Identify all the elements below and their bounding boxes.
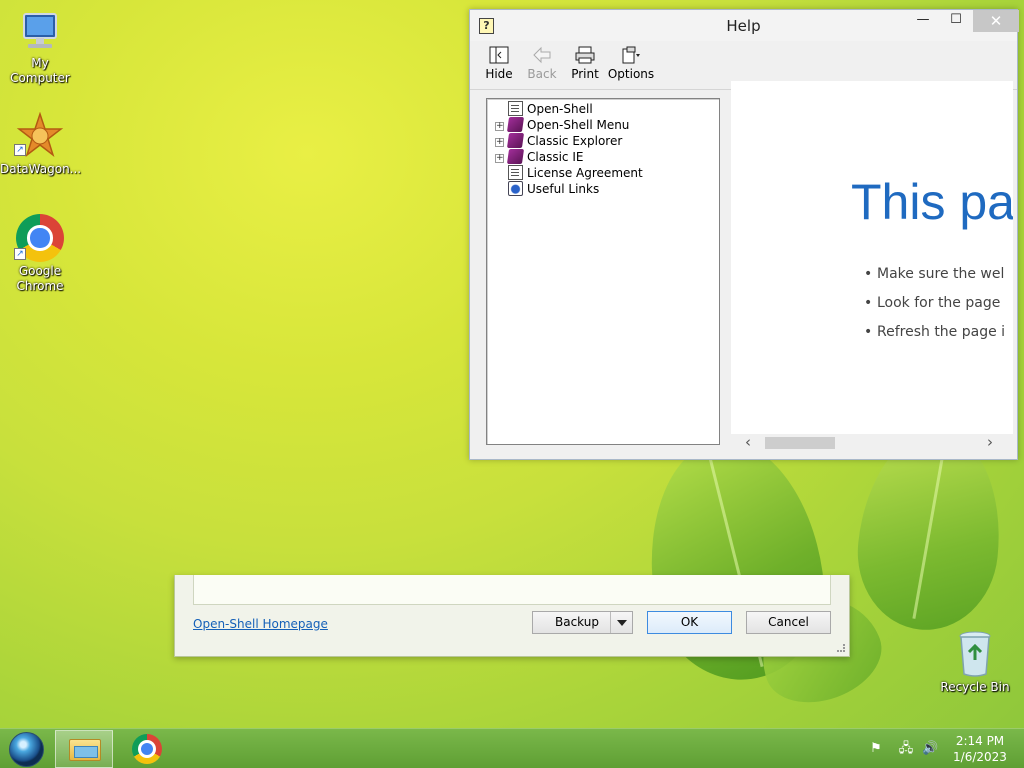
- desktop-icon-recycle-bin[interactable]: Recycle Bin: [935, 630, 1015, 695]
- maximize-button[interactable]: ☐: [941, 12, 971, 34]
- tree-item-open-shell[interactable]: Open-Shell: [495, 101, 593, 117]
- book-icon: [506, 133, 525, 148]
- shortcut-arrow-icon: ↗: [14, 144, 26, 156]
- options-icon: [622, 46, 640, 64]
- clock-time: 2:14 PM: [955, 734, 1005, 748]
- ok-button[interactable]: OK: [647, 611, 732, 634]
- computer-icon: [23, 13, 57, 48]
- desktop-icon-my-computer[interactable]: My Computer: [0, 10, 80, 86]
- action-center-flag-icon[interactable]: ⚑: [868, 741, 884, 757]
- settings-dialog: Open-Shell Homepage Backup OK Cancel: [174, 575, 850, 657]
- desktop-icon-datawagon[interactable]: ↗ DataWagon...: [0, 112, 82, 177]
- expand-plus-icon[interactable]: +: [495, 154, 504, 163]
- taskbar-clock[interactable]: 2:14 PM 1/6/2023: [944, 733, 1016, 765]
- scroll-left-icon[interactable]: ‹: [739, 434, 757, 452]
- print-button[interactable]: Print: [564, 43, 606, 81]
- taskbar-chrome[interactable]: [118, 730, 176, 768]
- folder-icon: [69, 739, 101, 761]
- taskbar-file-explorer[interactable]: [55, 730, 113, 768]
- back-label: Back: [527, 67, 557, 81]
- book-icon: [506, 117, 525, 132]
- content-heading: This pag: [851, 174, 1013, 230]
- printer-icon: [575, 46, 595, 64]
- hide-pane-icon: [489, 46, 509, 64]
- expand-plus-icon[interactable]: +: [495, 122, 504, 131]
- chevron-down-icon[interactable]: [610, 612, 632, 633]
- shortcut-arrow-icon: ↗: [14, 248, 26, 260]
- desktop-icon-google-chrome[interactable]: ↗ Google Chrome: [0, 214, 80, 294]
- close-button[interactable]: ✕: [973, 10, 1019, 32]
- content-bullet: Make sure the wel: [864, 266, 1004, 282]
- minimize-button[interactable]: —: [908, 12, 938, 34]
- horizontal-scrollbar[interactable]: ‹ ›: [731, 434, 1013, 452]
- tree-item-classic-explorer[interactable]: + Classic Explorer: [495, 133, 622, 149]
- back-arrow-icon: [533, 46, 551, 64]
- links-icon: [508, 181, 523, 196]
- content-bullet: Refresh the page i: [864, 324, 1005, 340]
- page-icon: [508, 101, 523, 116]
- recycle-bin-icon: [959, 631, 991, 677]
- back-button[interactable]: Back: [521, 43, 563, 81]
- hide-button[interactable]: Hide: [478, 43, 520, 81]
- page-icon: [508, 165, 523, 180]
- help-window: ? Help — ☐ ✕ Hide Back Print Options Ope…: [469, 9, 1019, 460]
- scroll-right-icon[interactable]: ›: [981, 434, 999, 452]
- help-titlebar[interactable]: ? Help — ☐ ✕: [470, 10, 1019, 41]
- resize-grip-icon[interactable]: [837, 644, 845, 652]
- volume-icon[interactable]: 🔊: [922, 741, 938, 757]
- desktop-icon-label: Google Chrome: [16, 264, 64, 293]
- clock-date: 1/6/2023: [953, 750, 1007, 764]
- tree-item-open-shell-menu[interactable]: + Open-Shell Menu: [495, 117, 629, 133]
- tree-item-classic-ie[interactable]: + Classic IE: [495, 149, 583, 165]
- book-icon: [506, 149, 525, 164]
- tree-item-useful-links[interactable]: Useful Links: [495, 181, 599, 197]
- network-icon[interactable]: 🖧: [898, 741, 914, 757]
- hide-label: Hide: [485, 67, 513, 81]
- content-bullet: Look for the page: [864, 295, 1000, 311]
- cancel-button[interactable]: Cancel: [746, 611, 831, 634]
- scroll-thumb[interactable]: [765, 437, 835, 449]
- open-shell-homepage-link[interactable]: Open-Shell Homepage: [193, 617, 328, 631]
- chrome-icon: [132, 734, 162, 764]
- start-button[interactable]: [9, 732, 44, 767]
- desktop-icon-label: Recycle Bin: [940, 680, 1010, 694]
- taskbar: ⚑ 🖧 🔊 2:14 PM 1/6/2023: [0, 728, 1024, 768]
- backup-button-label: Backup: [555, 615, 599, 629]
- backup-button[interactable]: Backup: [532, 611, 633, 634]
- tree-item-license-agreement[interactable]: License Agreement: [495, 165, 643, 181]
- print-label: Print: [571, 67, 599, 81]
- desktop-icon-label: DataWagon...: [0, 162, 82, 176]
- desktop-icon-label: My Computer: [10, 56, 70, 85]
- options-label: Options: [607, 67, 655, 81]
- options-button[interactable]: Options: [607, 43, 655, 81]
- expand-plus-icon[interactable]: +: [495, 138, 504, 147]
- settings-panel-box: [193, 575, 831, 605]
- contents-tree: Open-Shell + Open-Shell Menu + Classic Exp…: [486, 98, 720, 445]
- help-content-pane: This pag Make sure the wel Look for the …: [731, 81, 1013, 444]
